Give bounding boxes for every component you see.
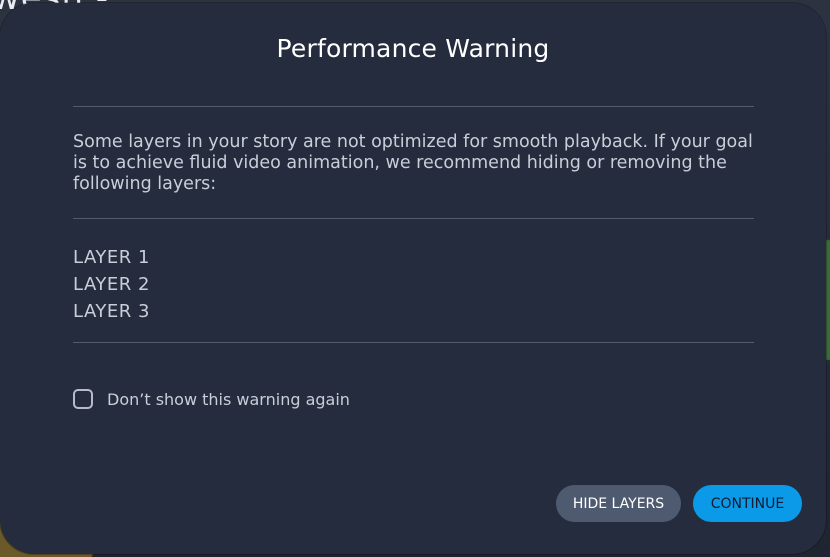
dont-show-again-checkbox[interactable] xyxy=(73,389,93,409)
layer-list: LAYER 1 LAYER 2 LAYER 3 xyxy=(73,244,150,325)
dont-show-again-label: Don’t show this warning again xyxy=(107,389,350,409)
continue-button[interactable]: CONTINUE xyxy=(693,485,802,522)
hide-layers-button[interactable]: HIDE LAYERS xyxy=(556,485,681,522)
dialog-title: Performance Warning xyxy=(276,34,550,63)
list-item: LAYER 2 xyxy=(73,274,150,295)
divider-middle xyxy=(73,218,754,219)
list-item: LAYER 1 xyxy=(73,247,150,268)
dialog-message: Some layers in your story are not optimi… xyxy=(73,132,753,194)
dont-show-again-row[interactable]: Don’t show this warning again xyxy=(73,389,350,409)
divider-bottom xyxy=(73,342,754,343)
performance-warning-dialog: Performance Warning Some layers in your … xyxy=(0,3,826,554)
divider-top xyxy=(73,106,754,107)
list-item: LAYER 3 xyxy=(73,301,150,322)
